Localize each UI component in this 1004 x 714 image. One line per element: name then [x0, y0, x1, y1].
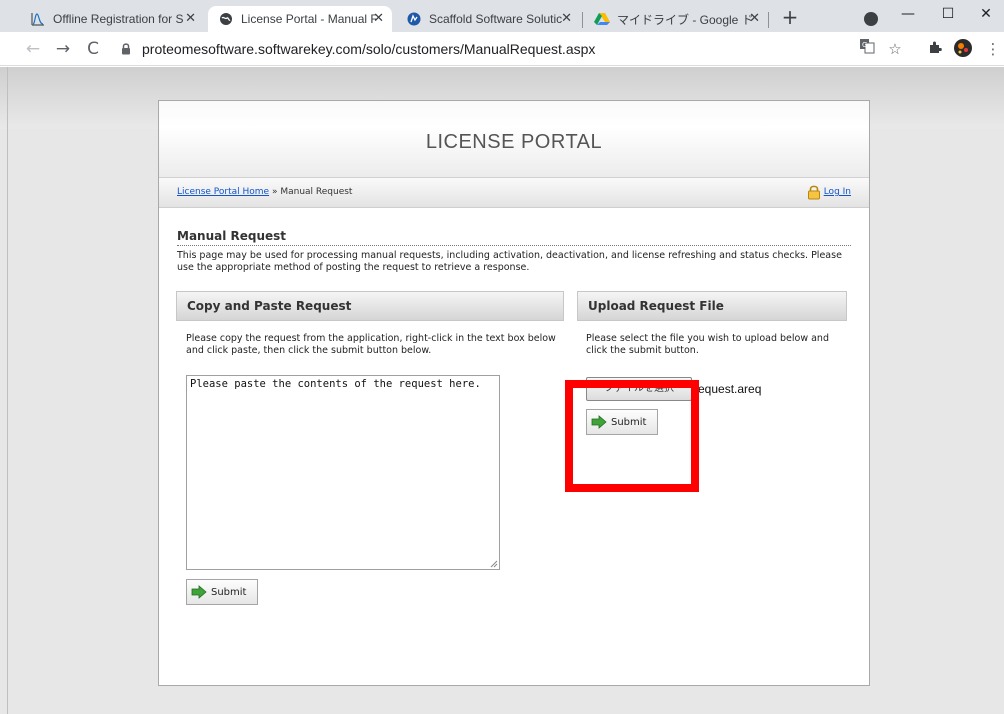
- close-tab-icon[interactable]: ✕: [561, 11, 572, 26]
- close-window-button[interactable]: ✕: [966, 0, 1004, 32]
- forward-arrow-icon[interactable]: →: [52, 38, 74, 60]
- new-tab-button[interactable]: +: [778, 6, 802, 30]
- tab-title: Scaffold Software Solutic: [429, 12, 563, 26]
- breadcrumb-bar: License Portal Home » Manual Request Log…: [159, 178, 869, 208]
- upload-instructions: Please select the file you wish to uploa…: [586, 333, 829, 356]
- browser-tabstrip: Offline Registration for S ✕ License Por…: [0, 0, 1004, 32]
- browser-tab-license-portal[interactable]: License Portal - Manual R ✕: [208, 6, 392, 32]
- extensions-icon[interactable]: [924, 38, 946, 60]
- tab-search-icon[interactable]: [864, 12, 878, 26]
- close-tab-icon[interactable]: ✕: [749, 11, 760, 26]
- breadcrumb-current: Manual Request: [280, 187, 353, 197]
- menu-dots-icon[interactable]: ⋮: [982, 38, 1004, 60]
- scaffold-icon: [406, 11, 422, 27]
- manual-request-section: Manual Request This page may be used for…: [177, 229, 851, 274]
- browser-tab-scaffold[interactable]: Scaffold Software Solutic ✕: [396, 6, 580, 32]
- green-arrow-icon: [191, 585, 207, 599]
- tab-title: Offline Registration for S: [53, 12, 184, 26]
- resize-grip-icon[interactable]: [488, 558, 498, 568]
- selected-file-name: request.areq: [694, 382, 762, 396]
- translate-icon[interactable]: G: [856, 38, 878, 60]
- portal-header: LICENSE PORTAL: [159, 101, 869, 178]
- breadcrumb-separator: »: [269, 187, 281, 197]
- close-tab-icon[interactable]: ✕: [185, 11, 196, 26]
- tab-title: マイドライブ - Google ドライ: [617, 12, 752, 27]
- browser-tab-google-drive[interactable]: マイドライブ - Google ドライ ✕: [584, 6, 768, 32]
- close-tab-icon[interactable]: ✕: [373, 11, 384, 26]
- breadcrumb-home-link[interactable]: License Portal Home: [177, 187, 269, 197]
- login-label: Log In: [823, 187, 851, 197]
- tab-title: License Portal - Manual R: [241, 12, 376, 26]
- breadcrumb: License Portal Home » Manual Request: [177, 187, 352, 197]
- red-highlight-annotation: [565, 380, 699, 492]
- bookmark-star-icon[interactable]: ☆: [884, 38, 906, 60]
- copy-paste-submit-button[interactable]: Submit: [186, 579, 258, 605]
- profile-avatar-icon[interactable]: [952, 38, 974, 60]
- globe-icon: [218, 11, 234, 27]
- tab-separator: [582, 12, 583, 28]
- reload-icon[interactable]: C: [82, 38, 104, 60]
- maximize-button[interactable]: ☐: [928, 0, 968, 32]
- section-title: Manual Request: [177, 229, 851, 246]
- minimize-button[interactable]: —: [888, 0, 928, 32]
- login-link[interactable]: Log In: [807, 184, 851, 200]
- copy-paste-panel-header: Copy and Paste Request: [176, 291, 564, 321]
- chart-icon: [30, 11, 46, 27]
- browser-toolbar: ← → C proteomesoftware.softwarekey.com/s…: [0, 32, 1004, 66]
- request-textarea[interactable]: Please paste the contents of the request…: [186, 375, 500, 570]
- lock-icon[interactable]: [121, 42, 131, 55]
- tab-separator: [768, 12, 769, 28]
- submit-label: Submit: [211, 586, 247, 598]
- google-drive-icon: [594, 11, 610, 27]
- page-left-edge: [7, 67, 8, 714]
- portal-title: LICENSE PORTAL: [425, 131, 603, 153]
- padlock-icon: [807, 185, 820, 200]
- back-arrow-icon[interactable]: ←: [22, 38, 44, 60]
- address-bar-url[interactable]: proteomesoftware.softwarekey.com/solo/cu…: [142, 41, 595, 57]
- intro-text: This page may be used for processing man…: [177, 250, 842, 273]
- upload-panel-header: Upload Request File: [577, 291, 847, 321]
- browser-tab-offline-registration[interactable]: Offline Registration for S ✕: [20, 6, 204, 32]
- copy-paste-instructions: Please copy the request from the applica…: [186, 333, 556, 356]
- svg-text:G: G: [862, 41, 867, 49]
